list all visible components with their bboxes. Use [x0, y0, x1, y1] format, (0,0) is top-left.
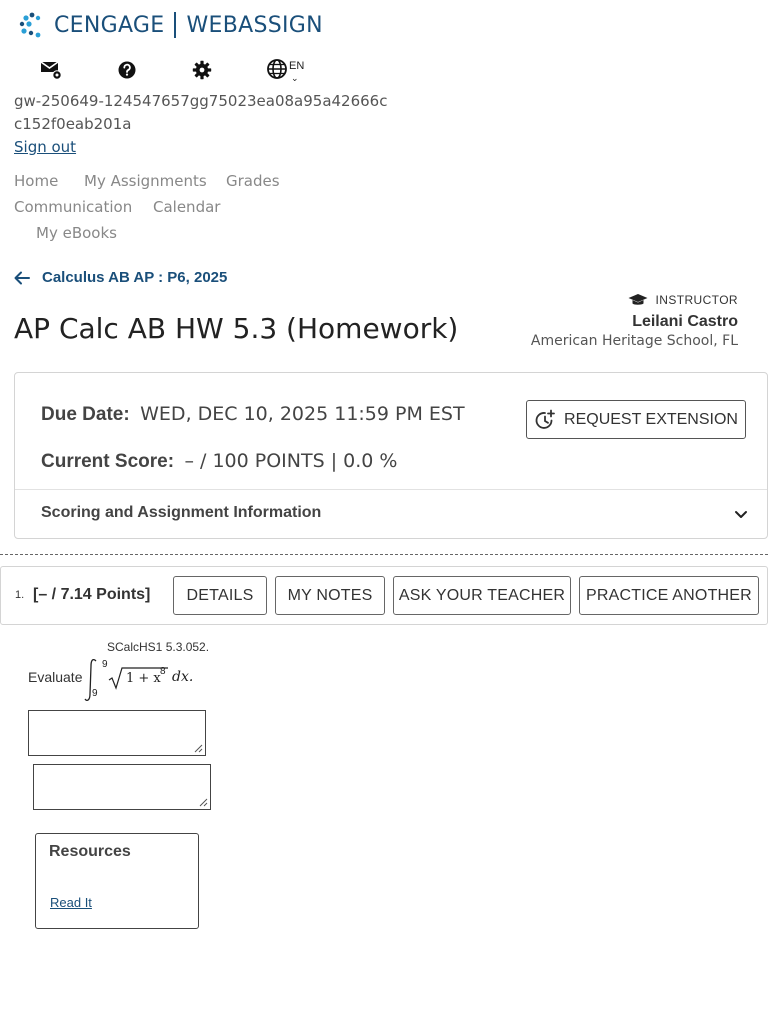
- page-title: AP Calc AB HW 5.3 (Homework): [14, 312, 459, 345]
- help-button[interactable]: [115, 58, 139, 82]
- logo-text-cengage: CENGAGE: [54, 12, 165, 38]
- answer-input-1[interactable]: [28, 710, 206, 756]
- gear-icon: [192, 60, 212, 80]
- integral-upper-limit: 9: [102, 659, 108, 670]
- card-divider: [15, 489, 767, 490]
- request-extension-label: REQUEST EXTENSION: [564, 410, 738, 428]
- my-notes-button[interactable]: MY NOTES: [275, 576, 385, 615]
- chevron-down-icon[interactable]: [732, 505, 750, 523]
- instructor-school: American Heritage School, FL: [530, 333, 738, 349]
- messages-button[interactable]: [39, 58, 63, 82]
- instructor-role: INSTRUCTOR: [655, 293, 738, 307]
- settings-button[interactable]: [190, 58, 214, 82]
- question-header: 1. [– / 7.14 Points] DETAILS MY NOTES AS…: [0, 566, 768, 625]
- sign-out-link[interactable]: Sign out: [14, 138, 76, 156]
- logo-text-webassign: WEBASSIGN: [186, 12, 323, 38]
- radicand: 1 + x: [126, 671, 161, 686]
- answer-input-2[interactable]: [33, 764, 211, 810]
- mail-settings-icon: [40, 61, 62, 80]
- logo-divider: [174, 12, 177, 38]
- nav-communication[interactable]: Communication: [14, 198, 132, 216]
- practice-another-button[interactable]: PRACTICE ANOTHER: [579, 576, 759, 615]
- scoring-info-toggle[interactable]: Scoring and Assignment Information: [41, 504, 321, 522]
- current-score-row: Current Score: – / 100 POINTS | 0.0 %: [41, 450, 397, 473]
- chevron-down-icon: ⌄: [291, 73, 299, 83]
- nav-grades[interactable]: Grades: [226, 172, 280, 190]
- language-label: EN: [289, 60, 305, 72]
- resize-handle-icon[interactable]: [199, 798, 208, 807]
- instructor-name: Leilani Castro: [632, 313, 738, 330]
- due-date-label: Due Date:: [41, 404, 130, 425]
- language-selector[interactable]: EN ⌄: [266, 58, 305, 83]
- resources-panel: Resources Read It: [35, 833, 199, 929]
- clock-plus-icon: [535, 409, 555, 429]
- back-to-course-link[interactable]: Calculus AB AP : P6, 2025: [14, 269, 227, 286]
- section-divider: [0, 554, 768, 555]
- instructor-info: INSTRUCTOR Leilani Castro American Herit…: [531, 293, 738, 349]
- question-number: 1.: [15, 589, 25, 601]
- cengage-logo-icon: [19, 12, 41, 38]
- graduation-cap-icon: [628, 294, 648, 305]
- question-points: [– / 7.14 Points]: [33, 586, 151, 603]
- question-prompt: Evaluate: [28, 669, 83, 685]
- nav-calendar[interactable]: Calendar: [153, 198, 220, 216]
- help-icon: [118, 61, 136, 79]
- integral-expression: 9 9 1 + x 8 dx.: [84, 656, 204, 702]
- nav-home[interactable]: Home: [14, 172, 58, 190]
- resources-title: Resources: [49, 843, 131, 860]
- cengage-webassign-logo[interactable]: CENGAGE WEBASSIGN: [18, 10, 323, 40]
- ask-your-teacher-button[interactable]: ASK YOUR TEACHER: [393, 576, 571, 615]
- read-it-link[interactable]: Read It: [50, 895, 92, 910]
- course-name: Calculus AB AP : P6, 2025: [42, 269, 228, 286]
- request-extension-button[interactable]: REQUEST EXTENSION: [526, 400, 746, 439]
- resize-handle-icon[interactable]: [194, 744, 203, 753]
- question-code: SCalcHS1 5.3.052.: [107, 640, 210, 654]
- differential: dx.: [172, 669, 194, 685]
- user-id: gw-250649-124547657gg75023ea08a95a42666c…: [14, 92, 388, 133]
- integral-lower-limit: 9: [92, 688, 98, 699]
- assignment-summary-card: Due Date: WED, DEC 10, 2025 11:59 PM EST…: [14, 372, 768, 539]
- arrow-left-icon: [14, 271, 30, 284]
- nav-my-assignments[interactable]: My Assignments: [84, 172, 207, 190]
- nav-my-ebooks[interactable]: My eBooks: [36, 224, 117, 242]
- current-score-label: Current Score:: [41, 451, 175, 472]
- globe-icon: [267, 59, 287, 79]
- details-button[interactable]: DETAILS: [173, 576, 267, 615]
- exponent: 8: [160, 666, 166, 677]
- due-date-value: WED, DEC 10, 2025 11:59 PM EST: [140, 403, 465, 425]
- due-date-row: Due Date: WED, DEC 10, 2025 11:59 PM EST: [41, 403, 465, 426]
- current-score-value: – / 100 POINTS | 0.0 %: [184, 450, 398, 472]
